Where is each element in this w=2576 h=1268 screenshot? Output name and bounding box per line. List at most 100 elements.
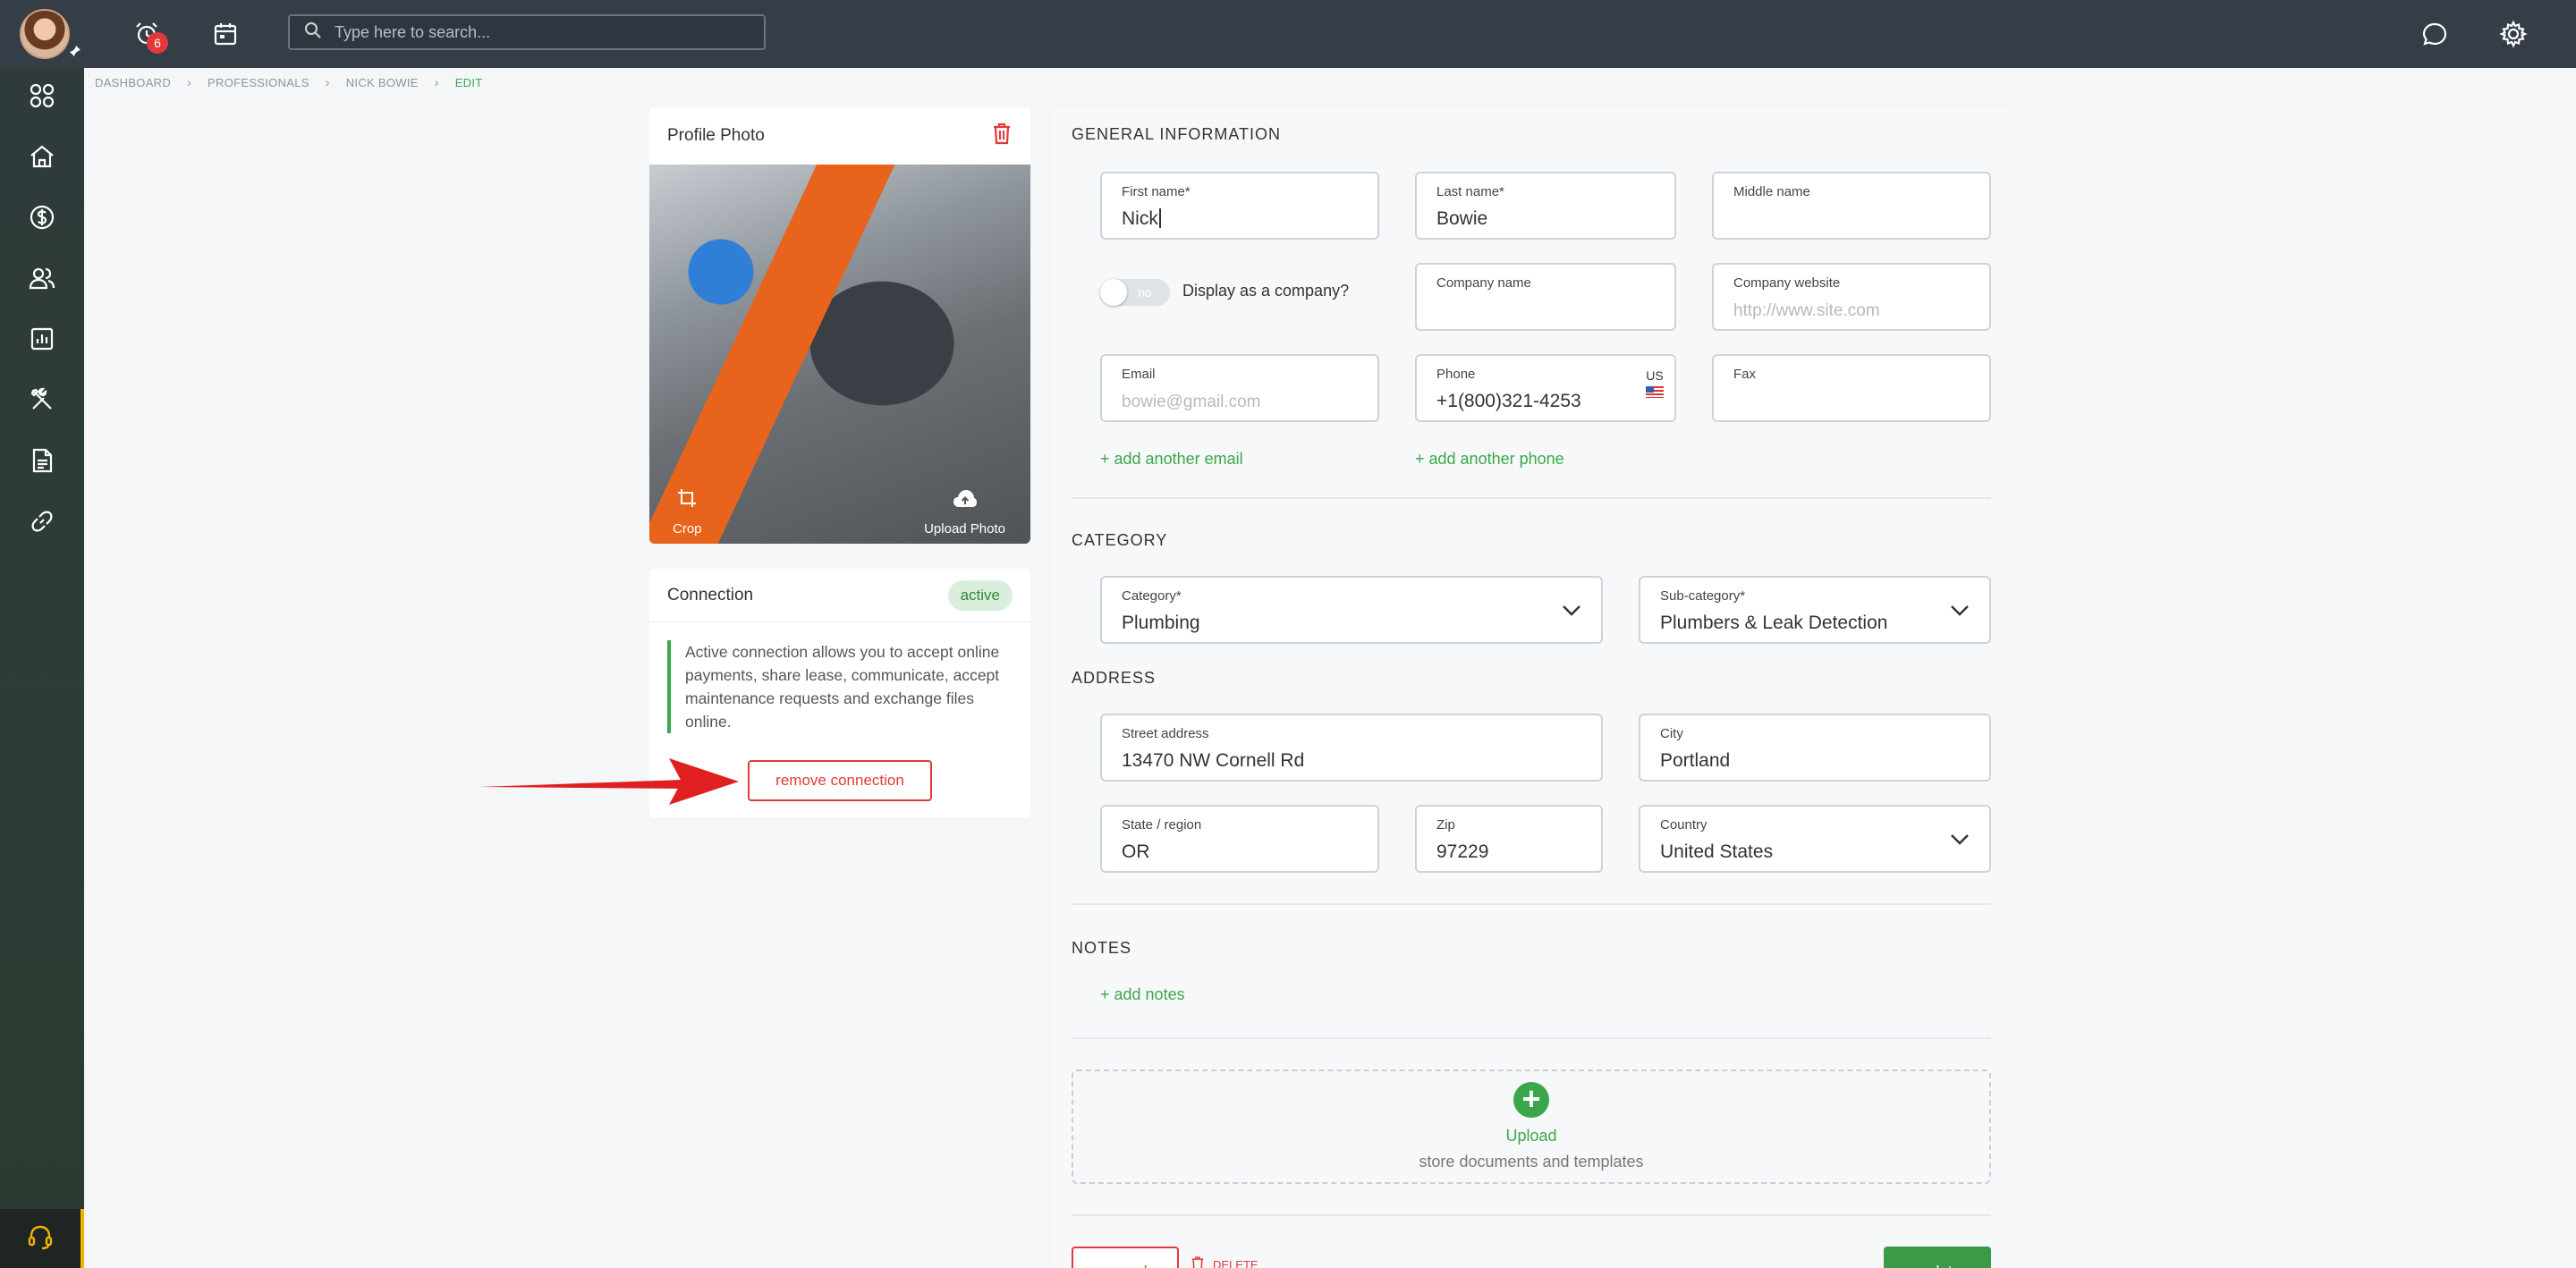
state-field[interactable]: State / region OR — [1100, 805, 1379, 873]
grid-icon — [28, 81, 56, 114]
search-input[interactable] — [335, 22, 746, 42]
zip-field[interactable]: Zip 97229 — [1415, 805, 1603, 873]
last-name-label: Last name* — [1436, 184, 1504, 199]
delete-button[interactable]: DELETE — [1190, 1255, 1258, 1268]
sidebar-item-reports[interactable] — [20, 318, 64, 363]
home-icon — [28, 142, 56, 175]
category-value: Plumbing — [1122, 613, 1200, 633]
company-website-placeholder: http://www.site.com — [1733, 301, 1880, 320]
cloud-upload-icon — [953, 489, 978, 512]
remove-connection-button[interactable]: remove connection — [748, 760, 932, 801]
fax-label: Fax — [1733, 367, 1757, 382]
first-name-field[interactable]: First name* Nick — [1100, 172, 1379, 240]
crop-button[interactable]: Crop — [673, 487, 702, 537]
last-name-field[interactable]: Last name* Bowie — [1415, 172, 1676, 240]
trash-icon — [1190, 1255, 1206, 1268]
divider — [1072, 1037, 1991, 1039]
city-value: Portland — [1660, 750, 1731, 771]
users-icon — [28, 264, 56, 297]
tools-icon — [28, 385, 56, 418]
email-placeholder: bowie@gmail.com — [1122, 393, 1261, 411]
zip-value: 97229 — [1436, 841, 1489, 862]
headset-icon — [26, 1222, 55, 1255]
company-name-label: Company name — [1436, 275, 1531, 291]
middle-name-field[interactable]: Middle name — [1712, 172, 1991, 240]
search-icon — [304, 21, 322, 44]
upload-photo-button[interactable]: Upload Photo — [924, 489, 1005, 537]
chevron-right-icon: › — [187, 75, 192, 89]
add-another-phone-link[interactable]: + add another phone — [1415, 450, 1564, 469]
upload-title: Upload — [1505, 1127, 1557, 1145]
pin-icon — [68, 45, 82, 59]
divider — [1072, 497, 1991, 499]
sidebar-item-links[interactable] — [20, 501, 64, 545]
country-value: United States — [1660, 841, 1774, 862]
category-select[interactable]: Category* Plumbing — [1100, 576, 1603, 644]
link-icon — [28, 507, 56, 540]
sidebar-item-payments[interactable] — [20, 197, 64, 241]
support-button[interactable] — [0, 1209, 84, 1268]
sidebar-item-dashboard[interactable] — [20, 75, 64, 120]
phone-field[interactable]: Phone +1(800)321-4253 US — [1415, 354, 1676, 422]
subcategory-label: Sub-category* — [1660, 588, 1746, 604]
status-badge: active — [947, 579, 1013, 611]
display-as-company-toggle[interactable]: no — [1100, 279, 1170, 306]
first-name-value: Nick — [1122, 208, 1158, 229]
connection-description: Active connection allows you to accept o… — [667, 640, 1018, 733]
document-icon — [28, 446, 56, 479]
breadcrumb-current: EDIT — [454, 75, 483, 89]
street-address-field[interactable]: Street address 13470 NW Cornell Rd — [1100, 714, 1603, 782]
crop-icon — [676, 487, 698, 512]
calendar-icon[interactable] — [208, 16, 243, 52]
breadcrumb: DASHBOARD › PROFESSIONALS › NICK BOWIE ›… — [95, 73, 483, 91]
chevron-right-icon: › — [434, 75, 439, 89]
address-title: ADDRESS — [1072, 669, 1157, 687]
chevron-down-icon — [1950, 604, 1970, 621]
country-select[interactable]: Country United States — [1639, 805, 1991, 873]
search-bar[interactable] — [288, 14, 766, 50]
company-name-field[interactable]: Company name — [1415, 263, 1676, 331]
sidebar-item-tools[interactable] — [20, 379, 64, 424]
us-flag-icon — [1646, 386, 1664, 398]
gear-icon[interactable] — [2496, 16, 2531, 52]
middle-name-label: Middle name — [1733, 184, 1810, 199]
category-title: CATEGORY — [1072, 531, 1168, 549]
chat-icon[interactable] — [2417, 16, 2453, 52]
phone-country-selector[interactable]: US — [1646, 368, 1664, 398]
first-name-label: First name* — [1122, 184, 1191, 199]
upload-subtitle: store documents and templates — [1419, 1153, 1644, 1171]
city-field[interactable]: City Portland — [1639, 714, 1991, 782]
document-upload-area[interactable]: + Upload store documents and templates — [1072, 1069, 1991, 1184]
profile-photo-card: Profile Photo Crop Upload Photo — [649, 107, 1030, 544]
user-avatar[interactable] — [20, 9, 70, 59]
company-website-field[interactable]: Company website http://www.site.com — [1712, 263, 1991, 331]
toggle-state-label: no — [1138, 285, 1152, 300]
dollar-icon — [28, 203, 56, 236]
profile-photo-title: Profile Photo — [667, 126, 765, 145]
sidebar-item-home[interactable] — [20, 136, 64, 181]
breadcrumb-dashboard[interactable]: DASHBOARD — [95, 76, 171, 89]
email-field[interactable]: Email bowie@gmail.com — [1100, 354, 1379, 422]
plus-circle-icon: + — [1513, 1082, 1549, 1118]
email-label: Email — [1122, 367, 1156, 382]
notes-title: NOTES — [1072, 939, 1132, 957]
fax-field[interactable]: Fax — [1712, 354, 1991, 422]
breadcrumb-professionals[interactable]: PROFESSIONALS — [208, 76, 309, 89]
upload-photo-label: Upload Photo — [924, 521, 1005, 537]
trash-icon[interactable] — [991, 122, 1013, 150]
city-label: City — [1660, 726, 1683, 741]
divider — [1072, 903, 1991, 905]
company-website-label: Company website — [1733, 275, 1841, 291]
sidebar — [0, 68, 84, 1268]
connection-title: Connection — [667, 585, 754, 604]
sidebar-item-documents[interactable] — [20, 440, 64, 485]
state-value: OR — [1122, 841, 1150, 862]
cancel-button[interactable]: cancel — [1072, 1247, 1179, 1268]
profile-photo-image: Crop Upload Photo — [649, 165, 1030, 544]
sidebar-item-users[interactable] — [20, 258, 64, 302]
update-button[interactable]: update — [1884, 1247, 1991, 1268]
breadcrumb-professional-name[interactable]: NICK BOWIE — [346, 76, 419, 89]
subcategory-select[interactable]: Sub-category* Plumbers & Leak Detection — [1639, 576, 1991, 644]
add-notes-link[interactable]: + add notes — [1100, 985, 1185, 1004]
add-another-email-link[interactable]: + add another email — [1100, 450, 1243, 469]
